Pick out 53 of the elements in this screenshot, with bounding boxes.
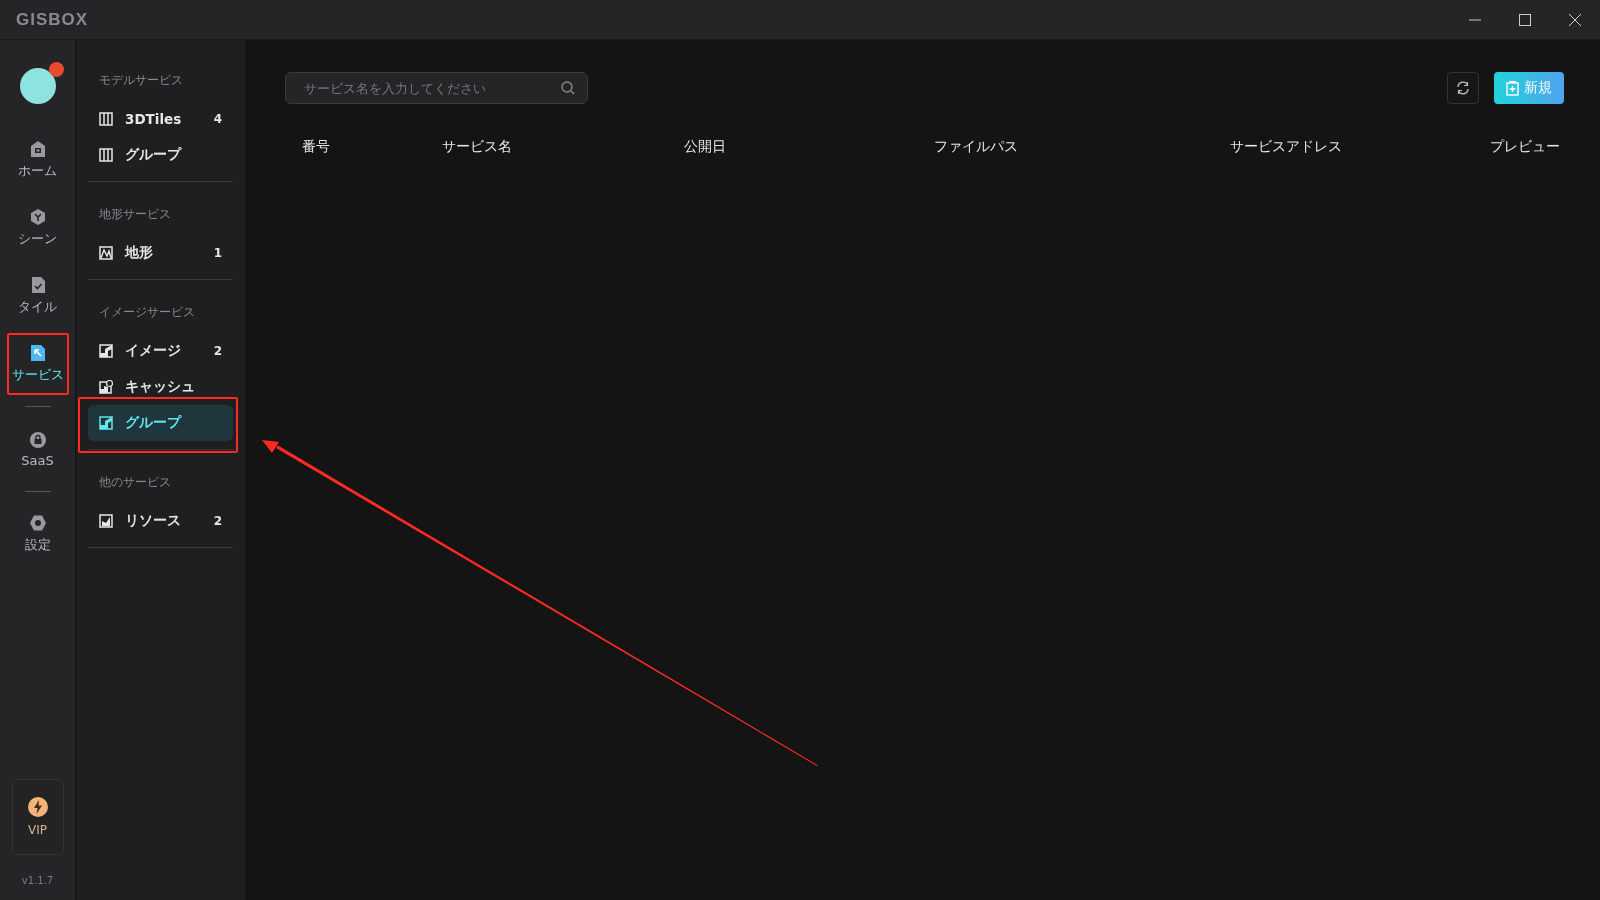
app-logo: GISBOX — [16, 9, 89, 30]
column-header: サービス名 — [442, 138, 512, 156]
nav-item[interactable]: サービス — [6, 333, 69, 395]
close-icon — [1569, 13, 1581, 26]
search-bar[interactable]: サービス名を入力してください — [285, 72, 588, 104]
sidebar-item[interactable]: グループ — [88, 137, 233, 173]
column-header: プレビュー — [1490, 138, 1561, 156]
column-header: ファイルパス — [934, 138, 1018, 156]
item-count: 2 — [213, 514, 222, 528]
cube-icon — [28, 208, 47, 226]
image-icon — [99, 344, 113, 358]
home-icon — [28, 140, 47, 158]
add-file-icon — [1506, 80, 1519, 96]
refresh-icon — [1456, 81, 1470, 95]
item-count: 2 — [213, 344, 222, 358]
lightning-icon — [27, 797, 48, 817]
nav-item[interactable]: 設定 — [6, 503, 69, 565]
image-icon — [99, 416, 113, 430]
vip-button[interactable]: VIP — [11, 779, 64, 855]
column-header: 番号 — [302, 138, 330, 156]
sidebar-item[interactable]: 3DTiles 4 — [88, 101, 233, 137]
maximize-icon — [1519, 13, 1531, 26]
sidebar-item[interactable]: リソース 2 — [88, 503, 233, 539]
sidebar-item[interactable]: グループ — [88, 405, 233, 441]
nav-item[interactable]: タイル — [6, 265, 69, 327]
image-clock-icon — [99, 380, 113, 394]
version-label: v1.1.7 — [21, 875, 54, 886]
section-title: イメージサービス — [99, 304, 196, 321]
item-count: 1 — [213, 246, 222, 260]
service-icon — [28, 344, 47, 362]
nav-item[interactable]: SaaS — [6, 418, 69, 480]
resource-icon — [99, 514, 113, 528]
search-field[interactable]: サービス名を入力してください — [302, 79, 561, 97]
terrain-icon — [99, 246, 113, 260]
section-title: 地形サービス — [99, 206, 172, 223]
avatar[interactable] — [19, 68, 56, 104]
item-count: 4 — [213, 112, 222, 126]
columns-icon — [99, 112, 113, 126]
column-header: サービスアドレス — [1230, 138, 1342, 156]
nav-item[interactable]: シーン — [6, 197, 69, 259]
sidebar-item[interactable]: イメージ 2 — [88, 333, 233, 369]
section-title: 他のサービス — [99, 474, 172, 491]
sidebar-item[interactable]: キャッシュ — [88, 369, 233, 405]
column-header: 公開日 — [684, 138, 726, 156]
section-title: モデルサービス — [99, 72, 184, 89]
notification-badge — [48, 62, 64, 77]
lock-icon — [28, 430, 47, 449]
sidebar-item[interactable]: 地形 1 — [88, 235, 233, 271]
columns-icon — [99, 148, 113, 162]
search-icon — [561, 81, 575, 95]
nav-item[interactable]: ホーム — [6, 129, 69, 191]
settings-icon — [28, 514, 47, 532]
refresh-button[interactable] — [1447, 72, 1479, 104]
